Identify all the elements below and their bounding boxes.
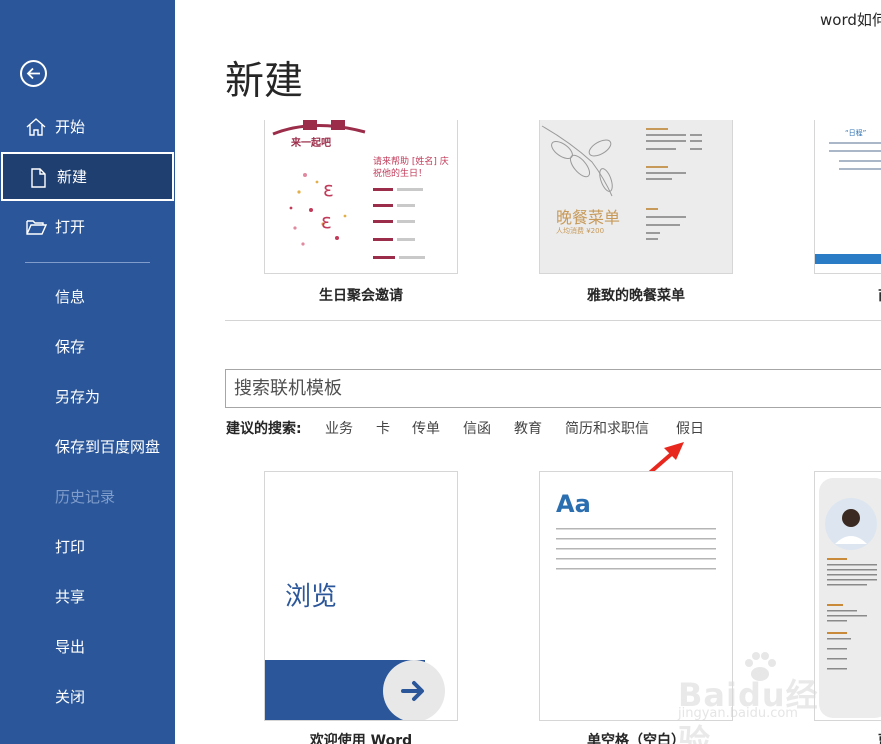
template-caption: 生日聚会邀请 <box>319 288 403 304</box>
sidebar-item-history: 历史记录 <box>0 471 175 521</box>
sidebar-item-export[interactable]: 导出 <box>0 621 175 671</box>
template-thumb-text: 浏览 <box>285 582 338 612</box>
template-caption: 欢迎使用 Word <box>309 733 413 744</box>
sidebar-item-label: 历史记录 <box>55 487 116 506</box>
sidebar-item-save[interactable]: 保存 <box>0 321 175 371</box>
suggested-search-flyers[interactable]: 传单 <box>412 418 440 438</box>
sidebar-item-label: 打印 <box>55 537 86 556</box>
sidebar-item-label: 信息 <box>55 287 86 306</box>
suggested-search-education[interactable]: 教育 <box>514 418 542 438</box>
template-thumbnail: 浏览 <box>264 471 458 721</box>
template-welcome-to-word[interactable]: 浏览 欢迎使用 Word <box>264 471 458 744</box>
template-dinner-menu[interactable]: 晚餐菜单 人均消费 ¥200 雅致的晚餐菜单 <box>539 120 733 310</box>
sidebar-item-label: 共享 <box>55 587 86 606</box>
template-caption: 雅致的晚餐菜单 <box>587 288 685 304</box>
template-thumb-title: 晚餐菜单 <box>556 208 621 227</box>
suggested-search-letters[interactable]: 信函 <box>463 418 491 438</box>
sidebar-item-label: 开始 <box>55 117 86 136</box>
sidebar-item-new[interactable]: 新建 <box>1 152 174 201</box>
sidebar-item-label: 另存为 <box>55 387 101 406</box>
template-banner-text: 来一起吧 <box>291 138 331 149</box>
template-search-box[interactable] <box>225 369 881 408</box>
suggested-search-holidays[interactable]: 假日 <box>676 418 704 438</box>
search-input[interactable] <box>226 370 881 407</box>
suggested-search-cards[interactable]: 卡 <box>376 418 390 438</box>
suggested-search-business[interactable]: 业务 <box>325 418 353 438</box>
template-thumb-line: 祝他的生日！ <box>373 169 428 179</box>
sidebar-item-save-as[interactable]: 另存为 <box>0 371 175 421</box>
page-title: 新建 <box>225 59 304 104</box>
sidebar-item-label: 关闭 <box>55 687 86 706</box>
back-arrow-icon <box>26 67 40 80</box>
template-thumb-subtitle: 人均消费 ¥200 <box>556 227 605 235</box>
open-folder-icon <box>26 220 47 235</box>
svg-text:ε: ε <box>321 209 332 233</box>
back-button[interactable] <box>20 60 47 87</box>
sidebar-item-label: 新建 <box>57 168 88 186</box>
agenda-lines-image <box>815 142 881 264</box>
suggested-searches-label: 建议的搜索: <box>226 421 302 437</box>
sidebar-item-label: 导出 <box>55 637 86 656</box>
backstage-sidebar: 开始 新建 打开 信息 保存 另存为 保存到百度网盘 历史记录 打印 共享 导出… <box>0 0 175 744</box>
sidebar-item-label: 保存 <box>55 337 86 356</box>
sidebar-item-share[interactable]: 共享 <box>0 571 175 621</box>
baidu-jingyan-watermark: Baidu经验 jingyan.baidu.com <box>676 648 846 744</box>
template-agenda[interactable]: “日程” 商 <box>814 120 881 310</box>
sidebar-item-save-to-baidu[interactable]: 保存到百度网盘 <box>0 421 175 471</box>
sidebar-item-print[interactable]: 打印 <box>0 521 175 571</box>
svg-text:ε: ε <box>323 177 334 201</box>
sidebar-divider <box>25 262 150 263</box>
arrow-right-circle-icon <box>383 660 445 720</box>
new-document-icon <box>31 168 46 188</box>
template-thumbnail: ε ε 来一起吧 请来帮助 [姓名] 庆 祝他的生日！ <box>264 120 458 274</box>
document-title: word如何 <box>820 11 881 29</box>
suggested-search-resumes[interactable]: 简历和求职信 <box>565 418 649 438</box>
sidebar-item-open[interactable]: 打开 <box>0 201 175 251</box>
template-thumbnail: “日程” <box>814 120 881 274</box>
sidebar-item-info[interactable]: 信息 <box>0 271 175 321</box>
leaf-illustration-image <box>541 125 702 240</box>
template-birthday-invite[interactable]: ε ε 来一起吧 请来帮助 [姓名] 庆 祝他的生日！ 生日聚会邀请 <box>264 120 458 310</box>
sidebar-item-label: 打开 <box>55 217 86 236</box>
sidebar-item-close[interactable]: 关闭 <box>0 671 175 721</box>
sidebar-item-label: 保存到百度网盘 <box>55 437 161 456</box>
template-thumbnail: 晚餐菜单 人均消费 ¥200 <box>539 120 733 274</box>
sidebar-item-home[interactable]: 开始 <box>0 101 175 151</box>
section-divider <box>225 320 881 321</box>
watermark-url: jingyan.baidu.com <box>678 706 798 721</box>
home-icon <box>26 118 46 136</box>
